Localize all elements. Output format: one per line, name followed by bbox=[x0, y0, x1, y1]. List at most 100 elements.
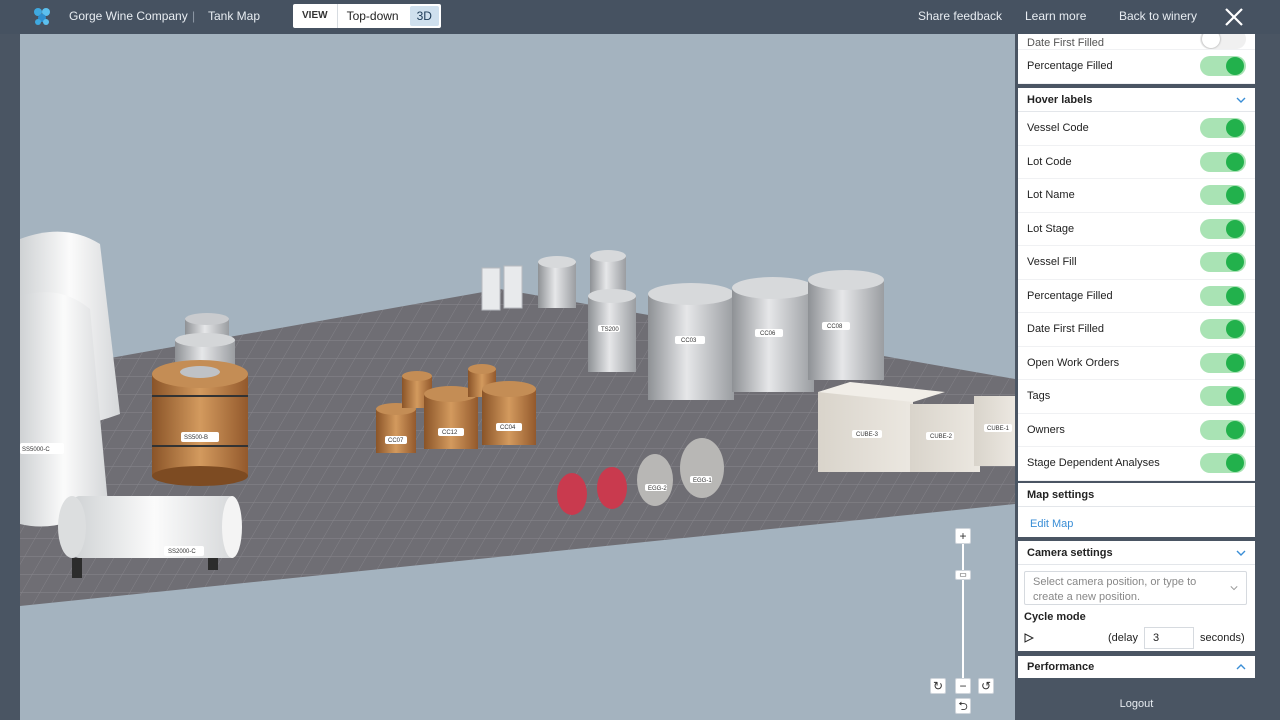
toggle-row-vessel-fill: Vessel Fill bbox=[1018, 246, 1255, 280]
logout-link[interactable]: Logout bbox=[1015, 698, 1258, 710]
camera-position-placeholder: Select camera position, or type to creat… bbox=[1033, 576, 1197, 603]
close-icon[interactable] bbox=[1222, 5, 1246, 29]
toggle-label: Stage Dependent Analyses bbox=[1027, 457, 1160, 470]
toggle-switch[interactable] bbox=[1200, 352, 1246, 373]
toggle-label: Open Work Orders bbox=[1027, 356, 1120, 369]
toggle-row-stage-dependent-analyses: Stage Dependent Analyses bbox=[1018, 447, 1255, 481]
toggle-switch[interactable] bbox=[1200, 285, 1246, 306]
toggle-label: Tags bbox=[1027, 390, 1051, 403]
steel-tank-ts200[interactable]: TS200 bbox=[588, 289, 636, 372]
toggle-switch[interactable] bbox=[1200, 453, 1246, 474]
toggle-label: Owners bbox=[1027, 423, 1065, 436]
toggle-label: Percentage Filled bbox=[1027, 289, 1113, 302]
camera-settings-title: Camera settings bbox=[1027, 546, 1113, 559]
play-icon[interactable] bbox=[1024, 633, 1034, 643]
toggle-switch[interactable] bbox=[1200, 319, 1246, 340]
toggle-row-open-work-orders: Open Work Orders bbox=[1018, 347, 1255, 380]
view-option-3d[interactable]: 3D bbox=[409, 6, 439, 26]
hover-labels-header[interactable]: Hover labels bbox=[1018, 88, 1255, 112]
toggle-switch[interactable] bbox=[1200, 34, 1246, 49]
performance-card: Performance bbox=[1018, 656, 1255, 678]
scene-canvas[interactable]: SS5000-C SS500-B SS2000-C CC07 CC12 CC04… bbox=[20, 34, 1015, 720]
concrete-egg-egg2[interactable]: EGG-2 bbox=[637, 454, 673, 506]
toggle-label: Lot Code bbox=[1027, 155, 1072, 168]
vessel-label-cube1: CUBE-1 bbox=[987, 426, 1010, 432]
toggle-row-lot-stage: Lot Stage bbox=[1018, 213, 1255, 246]
zoom-slider-track[interactable] bbox=[962, 544, 964, 682]
grape-logo-icon[interactable] bbox=[31, 6, 53, 28]
rotate-left-icon[interactable]: ↻ bbox=[930, 678, 946, 694]
chevron-down-icon bbox=[1230, 586, 1238, 591]
toggle-row-tags: Tags bbox=[1018, 380, 1255, 414]
steel-tank-cc06[interactable]: CC06 bbox=[732, 277, 814, 392]
vessel-label-cc03: CC03 bbox=[681, 338, 697, 344]
delay-input[interactable] bbox=[1143, 627, 1194, 649]
concrete-egg-egg1[interactable]: EGG-1 bbox=[680, 438, 724, 498]
wood-barrel-cc04[interactable]: CC04 bbox=[482, 381, 536, 445]
vessel-label-ss500b: SS500-B bbox=[184, 435, 208, 441]
toggle-switch[interactable] bbox=[1200, 118, 1246, 139]
vessel-label-cc06: CC06 bbox=[760, 331, 776, 337]
map-settings-title: Map settings bbox=[1027, 488, 1095, 501]
chevron-down-icon[interactable] bbox=[1236, 548, 1246, 558]
toggle-switch[interactable] bbox=[1200, 386, 1246, 407]
camera-position-select[interactable]: Select camera position, or type to creat… bbox=[1024, 571, 1247, 605]
red-egg-2[interactable] bbox=[597, 467, 627, 509]
vessel-label-egg2: EGG-2 bbox=[648, 486, 667, 492]
vessel-label-ts200: TS200 bbox=[601, 327, 619, 333]
learn-more-link[interactable]: Learn more bbox=[1025, 9, 1086, 23]
toggle-label: Lot Stage bbox=[1027, 222, 1075, 235]
steel-tank-cc08[interactable]: CC08 bbox=[808, 270, 884, 380]
vessel-label-cc07: CC07 bbox=[388, 438, 404, 444]
company-name[interactable]: Gorge Wine Company bbox=[69, 9, 188, 23]
toggle-label: Percentage Filled bbox=[1027, 60, 1113, 73]
toggle-switch[interactable] bbox=[1200, 151, 1246, 172]
toggle-switch[interactable] bbox=[1200, 56, 1246, 77]
toggle-switch[interactable] bbox=[1200, 218, 1246, 239]
vessel-label-cube2: CUBE-2 bbox=[930, 434, 953, 440]
zoom-slider-handle[interactable]: ▭ bbox=[955, 570, 971, 580]
hover-labels-title: Hover labels bbox=[1027, 93, 1093, 106]
toggle-row-percentage-filled: Percentage Filled bbox=[1018, 280, 1255, 313]
toggle-switch[interactable] bbox=[1200, 252, 1246, 273]
rotate-right-icon[interactable]: ↺ bbox=[978, 678, 994, 694]
breadcrumb-separator: | bbox=[192, 9, 196, 23]
seconds-label: seconds) bbox=[1199, 632, 1245, 644]
hover-labels-card: Hover labels Vessel Code Lot Code Lot Na… bbox=[1018, 88, 1255, 481]
vessel-label-ss2000c: SS2000-C bbox=[168, 549, 196, 555]
view-option-top-down[interactable]: Top-down bbox=[338, 4, 408, 28]
top-bar: Gorge Wine Company | Tank Map VIEW Top-d… bbox=[0, 0, 1280, 34]
toggle-label: Vessel Fill bbox=[1027, 256, 1077, 269]
red-egg-1[interactable] bbox=[557, 473, 587, 515]
vessel-label-cc08: CC08 bbox=[827, 324, 843, 330]
toggle-label: Date First Filled bbox=[1027, 323, 1105, 336]
toggle-switch[interactable] bbox=[1200, 419, 1246, 440]
cube-tank-cube2[interactable]: CUBE-2 bbox=[910, 404, 980, 472]
label-settings-card: Date First Filled Percentage Filled bbox=[1018, 34, 1255, 84]
steel-tank-cc03[interactable]: CC03 bbox=[648, 283, 734, 400]
vessel-label-egg1: EGG-1 bbox=[693, 478, 712, 484]
reset-view-icon[interactable]: ⮌ bbox=[955, 698, 971, 714]
vessel-label-ss5000c: SS5000-C bbox=[22, 447, 50, 453]
toggle-row-owners: Owners bbox=[1018, 414, 1255, 447]
wood-tank-ss500b[interactable]: SS500-B bbox=[152, 360, 248, 486]
steel-tank-ss1000a[interactable] bbox=[538, 256, 576, 308]
view-toggle: VIEW Top-down 3D bbox=[293, 4, 441, 28]
toggle-switch[interactable] bbox=[1200, 185, 1246, 206]
tank-map-3d-viewport[interactable]: SS5000-C SS500-B SS2000-C CC07 CC12 CC04… bbox=[20, 34, 1015, 720]
toggle-label: Vessel Code bbox=[1027, 122, 1089, 135]
cycle-mode-title: Cycle mode bbox=[1024, 611, 1086, 623]
wood-barrel-cc07[interactable]: CC07 bbox=[376, 403, 416, 453]
chevron-up-icon[interactable] bbox=[1236, 662, 1246, 672]
zoom-out-button[interactable]: − bbox=[955, 678, 971, 694]
share-feedback-link[interactable]: Share feedback bbox=[918, 9, 1002, 23]
edit-map-link[interactable]: Edit Map bbox=[1018, 507, 1255, 541]
toggle-row-lot-code: Lot Code bbox=[1018, 146, 1255, 179]
toggle-row-date-first-filled: Date First Filled bbox=[1018, 313, 1255, 347]
back-to-winery-link[interactable]: Back to winery bbox=[1119, 9, 1197, 23]
cube-tank-cube1[interactable]: CUBE-1 bbox=[974, 396, 1015, 466]
performance-header[interactable]: Performance bbox=[1018, 656, 1255, 678]
chevron-down-icon[interactable] bbox=[1236, 95, 1246, 105]
zoom-in-button[interactable]: + bbox=[955, 528, 971, 544]
camera-settings-header[interactable]: Camera settings bbox=[1018, 541, 1255, 565]
